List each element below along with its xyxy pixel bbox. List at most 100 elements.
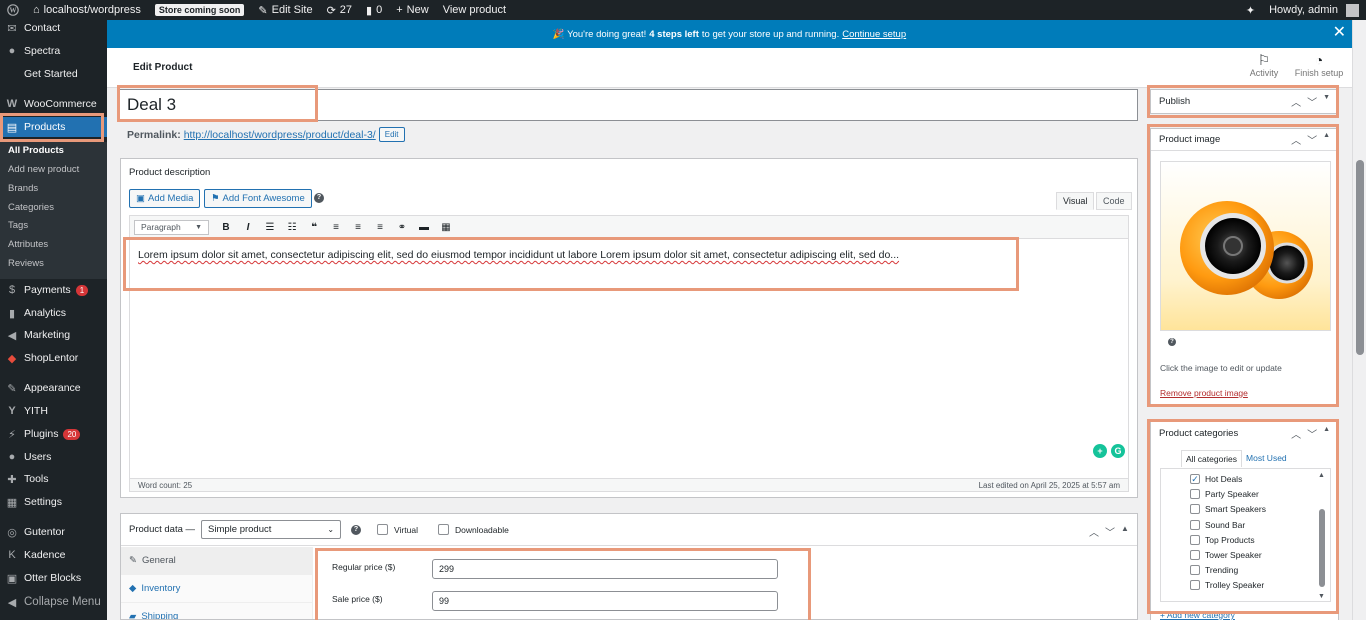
submenu-attributes[interactable]: Attributes xyxy=(0,236,107,254)
tab-visual[interactable]: Visual xyxy=(1056,192,1095,210)
toggle-panel-icon[interactable]: ▲ xyxy=(1121,524,1129,539)
bold-icon[interactable]: B xyxy=(215,222,237,233)
link-icon[interactable]: ⚭ xyxy=(391,222,413,233)
menu-settings[interactable]: ▦ Settings xyxy=(0,492,107,512)
category-item[interactable]: Sound Bar xyxy=(1190,519,1245,530)
category-item[interactable]: Trending xyxy=(1190,565,1238,576)
sale-price-input[interactable]: 99 xyxy=(432,591,778,611)
wordpress-logo-icon[interactable]: W xyxy=(0,0,26,20)
menu-kadence[interactable]: K Kadence xyxy=(0,545,107,565)
menu-users[interactable]: ● Users xyxy=(0,447,107,467)
read-more-icon[interactable]: ▬ xyxy=(413,222,435,233)
help-icon[interactable]: ? xyxy=(351,524,362,535)
grammarly-plus-icon[interactable]: + xyxy=(1093,444,1107,458)
add-font-awesome-button[interactable]: ⚑ Add Font Awesome xyxy=(204,189,312,208)
scrollbar-thumb[interactable] xyxy=(1356,160,1364,355)
category-checkbox[interactable] xyxy=(1190,504,1200,515)
menu-woocommerce[interactable]: W WooCommerce xyxy=(0,94,107,114)
view-product-link[interactable]: View product xyxy=(436,0,513,20)
category-item[interactable]: Trolley Speaker xyxy=(1190,580,1264,591)
grammarly-icon[interactable]: G xyxy=(1111,444,1125,458)
page-scrollbar[interactable] xyxy=(1352,20,1366,620)
chevron-down-icon[interactable]: ﹀ xyxy=(1307,426,1317,441)
virtual-checkbox[interactable] xyxy=(377,524,389,535)
submenu-add-new-product[interactable]: Add new product xyxy=(0,161,107,179)
toggle-panel-icon[interactable]: ▲ xyxy=(1323,132,1330,147)
menu-yith[interactable]: Y YITH xyxy=(0,401,107,421)
numbered-list-icon[interactable]: ☷ xyxy=(281,222,303,233)
chevron-up-icon[interactable]: ︿ xyxy=(1291,426,1301,441)
add-new-category-link[interactable]: + Add new category xyxy=(1160,610,1235,620)
category-scrollbar[interactable]: ▲ ▼ xyxy=(1318,472,1326,600)
finish-setup-button[interactable]: ◔ Finish setup xyxy=(1292,52,1346,78)
collapse-menu-button[interactable]: ◀ Collapse Menu xyxy=(0,592,107,612)
italic-icon[interactable]: I xyxy=(237,222,259,233)
format-select[interactable]: Paragraph ▼ xyxy=(134,219,209,235)
comments-link[interactable]: ▮ 0 xyxy=(359,0,389,20)
product-title-input[interactable]: Deal 3 xyxy=(119,89,1138,121)
menu-shoplentor[interactable]: ◆ ShopLentor xyxy=(0,348,107,368)
my-account-link[interactable]: Howdy, admin xyxy=(1262,0,1366,20)
tab-most-used[interactable]: Most Used xyxy=(1242,450,1291,467)
chevron-down-icon[interactable]: ﹀ xyxy=(1105,524,1115,539)
bullet-list-icon[interactable]: ☰ xyxy=(259,222,281,233)
activity-button[interactable]: ⚐ Activity xyxy=(1237,52,1291,78)
help-icon[interactable]: ? xyxy=(1168,338,1176,346)
category-checkbox[interactable] xyxy=(1190,550,1200,560)
chevron-up-icon[interactable]: ︿ xyxy=(1291,132,1301,147)
category-item[interactable]: Top Products xyxy=(1190,534,1255,545)
toggle-panel-icon[interactable]: ▲ xyxy=(1323,426,1330,441)
menu-otter-blocks[interactable]: ▣ Otter Blocks xyxy=(0,568,107,588)
menu-spectra[interactable]: ● Spectra xyxy=(0,41,107,61)
submenu-brands[interactable]: Brands xyxy=(0,180,107,198)
toggle-panel-icon[interactable]: ▼ xyxy=(1323,94,1330,109)
new-content-link[interactable]: + New xyxy=(389,0,435,20)
regular-price-input[interactable]: 299 xyxy=(432,559,778,579)
scroll-up-icon[interactable]: ▲ xyxy=(1318,472,1325,479)
category-checkbox[interactable] xyxy=(1190,534,1200,545)
chevron-down-icon[interactable]: ﹀ xyxy=(1307,94,1317,109)
align-center-icon[interactable]: ≡ xyxy=(347,222,369,233)
product-image-header[interactable]: Product image ︿ ﹀ ▲ xyxy=(1151,129,1338,151)
downloadable-checkbox[interactable] xyxy=(437,524,449,535)
menu-marketing[interactable]: ◀ Marketing xyxy=(0,325,107,345)
category-item[interactable]: ✓ Hot Deals xyxy=(1190,474,1242,484)
permalink-url-link[interactable]: http://localhost/wordpress/product/deal-… xyxy=(184,129,376,141)
menu-appearance[interactable]: ✎ Appearance xyxy=(0,378,107,398)
align-right-icon[interactable]: ≡ xyxy=(369,222,391,233)
tab-general[interactable]: ✎ General xyxy=(121,547,312,575)
category-checkbox[interactable]: ✓ xyxy=(1190,474,1200,484)
align-left-icon[interactable]: ≡ xyxy=(325,222,347,233)
chevron-up-icon[interactable]: ︿ xyxy=(1291,94,1301,109)
chevron-up-icon[interactable]: ︿ xyxy=(1089,524,1099,539)
category-checkbox[interactable] xyxy=(1190,565,1200,576)
submenu-all-products[interactable]: All Products xyxy=(0,142,107,160)
publish-header[interactable]: Publish ︿ ﹀ ▼ xyxy=(1151,90,1338,112)
chevron-down-icon[interactable]: ﹀ xyxy=(1307,132,1317,147)
tab-code[interactable]: Code xyxy=(1096,192,1132,210)
menu-plugins[interactable]: ⚡ Plugins 20 xyxy=(0,424,107,444)
category-checkbox[interactable] xyxy=(1190,489,1200,500)
submenu-categories[interactable]: Categories xyxy=(0,199,107,217)
continue-setup-link[interactable]: Continue setup xyxy=(842,29,906,40)
menu-tools[interactable]: ✚ Tools xyxy=(0,469,107,489)
category-item[interactable]: Party Speaker xyxy=(1190,489,1259,500)
category-item[interactable]: Smart Speakers xyxy=(1190,504,1266,515)
description-editor[interactable]: Lorem ipsum dolor sit amet, consectetur … xyxy=(129,239,1129,479)
tab-inventory[interactable]: ◆ Inventory xyxy=(121,575,312,603)
submenu-tags[interactable]: Tags xyxy=(0,217,107,235)
submenu-reviews[interactable]: Reviews xyxy=(0,255,107,273)
menu-analytics[interactable]: ▮ Analytics xyxy=(0,303,107,323)
sparkle-icon[interactable]: ✦ xyxy=(1239,0,1262,20)
category-scrollbar-thumb[interactable] xyxy=(1319,509,1325,587)
toolbar-toggle-icon[interactable]: ▦ xyxy=(435,222,457,233)
menu-get-started[interactable]: Get Started xyxy=(0,64,107,84)
menu-contact[interactable]: ✉ Contact xyxy=(0,20,107,38)
category-checkbox[interactable] xyxy=(1190,580,1200,591)
store-status-badge[interactable]: Store coming soon xyxy=(148,0,252,20)
product-type-select[interactable]: Simple product ⌄ xyxy=(201,520,342,539)
tab-shipping[interactable]: ▰ Shipping xyxy=(121,603,312,619)
tab-all-categories[interactable]: All categories xyxy=(1181,450,1243,467)
product-image[interactable] xyxy=(1160,161,1331,331)
blockquote-icon[interactable]: ❝ xyxy=(303,222,325,233)
